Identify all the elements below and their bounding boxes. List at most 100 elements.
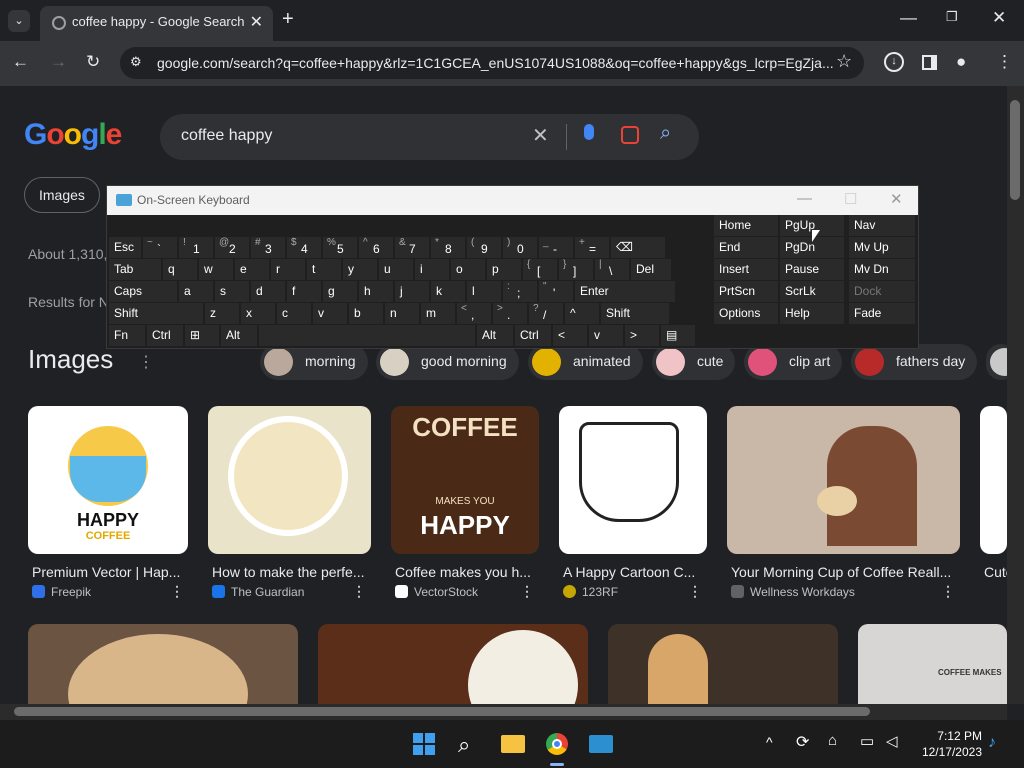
image-result[interactable] xyxy=(608,624,838,704)
volume-icon[interactable]: ◁ xyxy=(886,732,898,750)
image-source[interactable]: 123RF xyxy=(563,585,618,599)
close-window-icon[interactable]: ✕ xyxy=(992,8,1006,28)
image-result[interactable]: HAPPY COFFEE xyxy=(28,406,188,554)
result-more-icon[interactable]: ⋮ xyxy=(170,583,184,600)
chip-animated[interactable]: animated xyxy=(528,344,643,380)
profile-icon[interactable]: ● xyxy=(956,52,966,72)
show-hidden-icons-icon[interactable]: ^ xyxy=(766,734,773,750)
chip-good-morning[interactable]: good morning xyxy=(376,344,519,380)
osk-key[interactable]: Tab xyxy=(109,259,161,280)
osk-key[interactable]: s xyxy=(215,281,249,302)
osk-key[interactable]: " ' xyxy=(539,281,573,302)
osk-key[interactable]: z xyxy=(205,303,239,324)
bookmark-star-icon[interactable]: ☆ xyxy=(836,51,852,72)
osk-minimize-icon[interactable]: — xyxy=(797,190,812,207)
back-icon[interactable]: ← xyxy=(12,52,29,72)
notification-bell-icon[interactable]: ♪ xyxy=(988,734,996,752)
osk-key[interactable]: Esc xyxy=(109,237,141,258)
image-caption[interactable]: Cute xyxy=(984,564,1007,580)
osk-key[interactable]: u xyxy=(379,259,413,280)
chip-morning[interactable]: morning xyxy=(260,344,368,380)
forward-icon[interactable]: → xyxy=(50,52,67,72)
osk-key[interactable]: (9 xyxy=(467,237,501,258)
osk-key[interactable]: j xyxy=(395,281,429,302)
image-result[interactable] xyxy=(727,406,960,554)
image-caption[interactable]: A Happy Cartoon C... xyxy=(563,564,706,580)
image-source[interactable]: Wellness Workdays xyxy=(731,585,855,599)
osk-key[interactable]: f xyxy=(287,281,321,302)
osk-nav-key[interactable]: Mv Dn xyxy=(849,259,915,280)
new-tab-button[interactable]: + xyxy=(282,8,294,31)
osk-key[interactable]: c xyxy=(277,303,311,324)
side-panel-icon[interactable] xyxy=(922,55,937,70)
tab-images[interactable]: Images xyxy=(24,177,100,213)
osk-key[interactable]: q xyxy=(163,259,197,280)
osk-key[interactable]: b xyxy=(349,303,383,324)
osk-key[interactable]: t xyxy=(307,259,341,280)
osk-key[interactable]: y xyxy=(343,259,377,280)
chrome-icon[interactable] xyxy=(546,733,568,755)
osk-key[interactable]: & 7 xyxy=(395,237,429,258)
osk-key[interactable]: ! 1 xyxy=(179,237,213,258)
image-caption[interactable]: Your Morning Cup of Coffee Reall... xyxy=(731,564,959,580)
osk-key[interactable]: Enter xyxy=(575,281,675,302)
osk-key[interactable]: + = xyxy=(575,237,609,258)
clear-icon[interactable]: ✕ xyxy=(532,123,549,148)
lens-icon[interactable] xyxy=(621,126,639,144)
osk-key[interactable]: h xyxy=(359,281,393,302)
image-source[interactable]: The Guardian xyxy=(212,585,304,599)
osk-key[interactable]: m xyxy=(421,303,455,324)
osk-key[interactable]: e xyxy=(235,259,269,280)
search-query[interactable]: coffee happy xyxy=(181,127,272,145)
result-more-icon[interactable]: ⋮ xyxy=(520,583,534,600)
voice-search-icon[interactable] xyxy=(584,124,594,140)
image-result[interactable] xyxy=(28,624,298,704)
osk-key[interactable]: > xyxy=(625,325,659,346)
osk-key[interactable]: n xyxy=(385,303,419,324)
osk-nav-key[interactable]: Fade xyxy=(849,303,915,324)
image-source[interactable]: VectorStock xyxy=(395,585,478,599)
osk-key[interactable]: ⊞ xyxy=(185,325,219,346)
osk-key[interactable]: <, xyxy=(457,303,491,324)
osk-key[interactable]: < xyxy=(553,325,587,346)
tab-search-icon[interactable]: ⌄ xyxy=(8,10,30,32)
browser-tab[interactable]: coffee happy - Google Search ✕ xyxy=(40,6,273,41)
horizontal-scroll-thumb[interactable] xyxy=(14,707,870,716)
osk-nav-key[interactable]: Home xyxy=(714,215,778,236)
osk-nav-key[interactable]: ScrLk xyxy=(780,281,844,302)
osk-key[interactable]: r xyxy=(271,259,305,280)
network-icon[interactable]: ⌂ xyxy=(828,732,837,749)
osk-key[interactable]: a xyxy=(179,281,213,302)
osk-maximize-icon[interactable]: ☐ xyxy=(844,190,857,208)
osk-key[interactable] xyxy=(259,325,475,346)
osk-key[interactable]: #3 xyxy=(251,237,285,258)
osk-key[interactable]: ^ 6 xyxy=(359,237,393,258)
osk-nav-key[interactable]: Help xyxy=(780,303,844,324)
display-icon[interactable]: ▭ xyxy=(860,732,874,750)
file-explorer-icon[interactable] xyxy=(501,735,525,753)
image-result[interactable]: COFFEE MAKES YOU HAPPY xyxy=(391,406,539,554)
chip-cute[interactable]: cute xyxy=(652,344,736,380)
image-source[interactable]: Freepik xyxy=(32,585,91,599)
osk-key[interactable]: Alt xyxy=(221,325,257,346)
osk-key[interactable]: $4 xyxy=(287,237,321,258)
osk-key[interactable]: {[ xyxy=(523,259,557,280)
image-result[interactable]: COFFEE MAKES xyxy=(858,624,1007,704)
chip-clip-art[interactable]: clip art xyxy=(744,344,843,380)
osk-key[interactable]: l xyxy=(467,281,501,302)
reload-icon[interactable]: ↻ xyxy=(86,52,100,72)
osk-key[interactable]: >. xyxy=(493,303,527,324)
search-icon[interactable]: ⌕ xyxy=(660,122,671,145)
osk-key[interactable]: Shift xyxy=(109,303,203,324)
osk-key[interactable]: ) 0 xyxy=(503,237,537,258)
osk-nav-key[interactable]: End xyxy=(714,237,778,258)
start-icon[interactable] xyxy=(413,733,435,755)
osk-key[interactable]: x xyxy=(241,303,275,324)
chip-fathers-day[interactable]: fathers day xyxy=(851,344,978,380)
osk-key[interactable]: _ - xyxy=(539,237,573,258)
search-box[interactable]: coffee happy ✕ ⌕ xyxy=(160,114,699,160)
osk-key[interactable]: :; xyxy=(503,281,537,302)
osk-key[interactable]: g xyxy=(323,281,357,302)
osk-key[interactable]: * 8 xyxy=(431,237,465,258)
osk-nav-key[interactable]: Insert xyxy=(714,259,778,280)
